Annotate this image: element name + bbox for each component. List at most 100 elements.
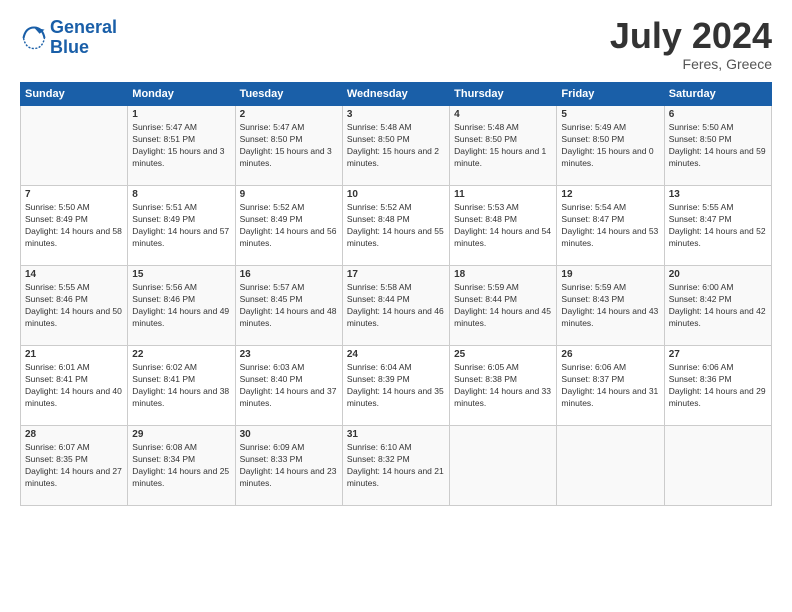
day-number: 10 <box>347 189 445 200</box>
weekday-header-cell: Thursday <box>450 83 557 106</box>
day-info: Sunrise: 6:04 AM Sunset: 8:39 PM Dayligh… <box>347 362 445 410</box>
day-info: Sunrise: 5:52 AM Sunset: 8:48 PM Dayligh… <box>347 202 445 250</box>
calendar-day-cell: 27 Sunrise: 6:06 AM Sunset: 8:36 PM Dayl… <box>664 346 771 426</box>
day-number: 16 <box>240 269 338 280</box>
day-info: Sunrise: 5:54 AM Sunset: 8:47 PM Dayligh… <box>561 202 659 250</box>
weekday-header-cell: Friday <box>557 83 664 106</box>
day-number: 20 <box>669 269 767 280</box>
calendar-day-cell: 25 Sunrise: 6:05 AM Sunset: 8:38 PM Dayl… <box>450 346 557 426</box>
day-number: 1 <box>132 109 230 120</box>
calendar-day-cell: 22 Sunrise: 6:02 AM Sunset: 8:41 PM Dayl… <box>128 346 235 426</box>
calendar-week-row: 28 Sunrise: 6:07 AM Sunset: 8:35 PM Dayl… <box>21 426 772 506</box>
calendar-body: 1 Sunrise: 5:47 AM Sunset: 8:51 PM Dayli… <box>21 106 772 506</box>
day-info: Sunrise: 5:59 AM Sunset: 8:44 PM Dayligh… <box>454 282 552 330</box>
logo-text: General Blue <box>50 18 117 58</box>
weekday-header-row: SundayMondayTuesdayWednesdayThursdayFrid… <box>21 83 772 106</box>
day-info: Sunrise: 6:01 AM Sunset: 8:41 PM Dayligh… <box>25 362 123 410</box>
day-info: Sunrise: 5:55 AM Sunset: 8:47 PM Dayligh… <box>669 202 767 250</box>
day-info: Sunrise: 5:53 AM Sunset: 8:48 PM Dayligh… <box>454 202 552 250</box>
calendar-day-cell: 29 Sunrise: 6:08 AM Sunset: 8:34 PM Dayl… <box>128 426 235 506</box>
day-info: Sunrise: 6:02 AM Sunset: 8:41 PM Dayligh… <box>132 362 230 410</box>
day-info: Sunrise: 5:47 AM Sunset: 8:51 PM Dayligh… <box>132 122 230 170</box>
day-info: Sunrise: 5:59 AM Sunset: 8:43 PM Dayligh… <box>561 282 659 330</box>
calendar-day-cell: 12 Sunrise: 5:54 AM Sunset: 8:47 PM Dayl… <box>557 186 664 266</box>
day-info: Sunrise: 5:52 AM Sunset: 8:49 PM Dayligh… <box>240 202 338 250</box>
header: General Blue July 2024 Feres, Greece <box>20 18 772 72</box>
calendar-day-cell: 17 Sunrise: 5:58 AM Sunset: 8:44 PM Dayl… <box>342 266 449 346</box>
day-info: Sunrise: 5:49 AM Sunset: 8:50 PM Dayligh… <box>561 122 659 170</box>
calendar-day-cell <box>450 426 557 506</box>
logo: General Blue <box>20 18 117 58</box>
calendar-day-cell: 21 Sunrise: 6:01 AM Sunset: 8:41 PM Dayl… <box>21 346 128 426</box>
day-number: 22 <box>132 349 230 360</box>
day-info: Sunrise: 5:55 AM Sunset: 8:46 PM Dayligh… <box>25 282 123 330</box>
weekday-header-cell: Saturday <box>664 83 771 106</box>
day-info: Sunrise: 5:57 AM Sunset: 8:45 PM Dayligh… <box>240 282 338 330</box>
calendar-day-cell <box>557 426 664 506</box>
calendar-day-cell: 6 Sunrise: 5:50 AM Sunset: 8:50 PM Dayli… <box>664 106 771 186</box>
day-info: Sunrise: 6:03 AM Sunset: 8:40 PM Dayligh… <box>240 362 338 410</box>
day-info: Sunrise: 5:48 AM Sunset: 8:50 PM Dayligh… <box>454 122 552 170</box>
calendar-day-cell: 9 Sunrise: 5:52 AM Sunset: 8:49 PM Dayli… <box>235 186 342 266</box>
day-info: Sunrise: 6:05 AM Sunset: 8:38 PM Dayligh… <box>454 362 552 410</box>
day-number: 9 <box>240 189 338 200</box>
calendar-day-cell: 5 Sunrise: 5:49 AM Sunset: 8:50 PM Dayli… <box>557 106 664 186</box>
calendar-day-cell: 7 Sunrise: 5:50 AM Sunset: 8:49 PM Dayli… <box>21 186 128 266</box>
calendar-day-cell: 30 Sunrise: 6:09 AM Sunset: 8:33 PM Dayl… <box>235 426 342 506</box>
calendar-day-cell: 14 Sunrise: 5:55 AM Sunset: 8:46 PM Dayl… <box>21 266 128 346</box>
day-info: Sunrise: 5:56 AM Sunset: 8:46 PM Dayligh… <box>132 282 230 330</box>
calendar-day-cell: 8 Sunrise: 5:51 AM Sunset: 8:49 PM Dayli… <box>128 186 235 266</box>
day-number: 3 <box>347 109 445 120</box>
day-info: Sunrise: 6:07 AM Sunset: 8:35 PM Dayligh… <box>25 442 123 490</box>
calendar-day-cell: 2 Sunrise: 5:47 AM Sunset: 8:50 PM Dayli… <box>235 106 342 186</box>
day-number: 19 <box>561 269 659 280</box>
calendar-day-cell: 18 Sunrise: 5:59 AM Sunset: 8:44 PM Dayl… <box>450 266 557 346</box>
day-number: 12 <box>561 189 659 200</box>
calendar-day-cell: 1 Sunrise: 5:47 AM Sunset: 8:51 PM Dayli… <box>128 106 235 186</box>
day-info: Sunrise: 6:06 AM Sunset: 8:36 PM Dayligh… <box>669 362 767 410</box>
weekday-header-cell: Wednesday <box>342 83 449 106</box>
calendar-day-cell: 15 Sunrise: 5:56 AM Sunset: 8:46 PM Dayl… <box>128 266 235 346</box>
calendar-week-row: 21 Sunrise: 6:01 AM Sunset: 8:41 PM Dayl… <box>21 346 772 426</box>
day-info: Sunrise: 5:50 AM Sunset: 8:49 PM Dayligh… <box>25 202 123 250</box>
day-number: 21 <box>25 349 123 360</box>
day-number: 8 <box>132 189 230 200</box>
day-number: 5 <box>561 109 659 120</box>
calendar-day-cell: 26 Sunrise: 6:06 AM Sunset: 8:37 PM Dayl… <box>557 346 664 426</box>
calendar-day-cell: 3 Sunrise: 5:48 AM Sunset: 8:50 PM Dayli… <box>342 106 449 186</box>
day-info: Sunrise: 5:58 AM Sunset: 8:44 PM Dayligh… <box>347 282 445 330</box>
calendar-week-row: 7 Sunrise: 5:50 AM Sunset: 8:49 PM Dayli… <box>21 186 772 266</box>
day-number: 30 <box>240 429 338 440</box>
day-number: 6 <box>669 109 767 120</box>
day-number: 4 <box>454 109 552 120</box>
calendar-day-cell: 28 Sunrise: 6:07 AM Sunset: 8:35 PM Dayl… <box>21 426 128 506</box>
day-number: 18 <box>454 269 552 280</box>
day-info: Sunrise: 5:51 AM Sunset: 8:49 PM Dayligh… <box>132 202 230 250</box>
location: Feres, Greece <box>610 56 772 72</box>
day-number: 17 <box>347 269 445 280</box>
day-info: Sunrise: 6:06 AM Sunset: 8:37 PM Dayligh… <box>561 362 659 410</box>
day-number: 13 <box>669 189 767 200</box>
title-block: July 2024 Feres, Greece <box>610 18 772 72</box>
day-info: Sunrise: 5:48 AM Sunset: 8:50 PM Dayligh… <box>347 122 445 170</box>
day-number: 28 <box>25 429 123 440</box>
day-info: Sunrise: 6:10 AM Sunset: 8:32 PM Dayligh… <box>347 442 445 490</box>
weekday-header-cell: Monday <box>128 83 235 106</box>
day-info: Sunrise: 5:47 AM Sunset: 8:50 PM Dayligh… <box>240 122 338 170</box>
day-number: 24 <box>347 349 445 360</box>
day-number: 7 <box>25 189 123 200</box>
day-info: Sunrise: 6:08 AM Sunset: 8:34 PM Dayligh… <box>132 442 230 490</box>
day-number: 27 <box>669 349 767 360</box>
calendar-day-cell: 16 Sunrise: 5:57 AM Sunset: 8:45 PM Dayl… <box>235 266 342 346</box>
day-number: 11 <box>454 189 552 200</box>
weekday-header-cell: Sunday <box>21 83 128 106</box>
calendar-day-cell: 11 Sunrise: 5:53 AM Sunset: 8:48 PM Dayl… <box>450 186 557 266</box>
calendar-week-row: 14 Sunrise: 5:55 AM Sunset: 8:46 PM Dayl… <box>21 266 772 346</box>
day-number: 26 <box>561 349 659 360</box>
calendar-week-row: 1 Sunrise: 5:47 AM Sunset: 8:51 PM Dayli… <box>21 106 772 186</box>
calendar-day-cell: 24 Sunrise: 6:04 AM Sunset: 8:39 PM Dayl… <box>342 346 449 426</box>
calendar-day-cell: 19 Sunrise: 5:59 AM Sunset: 8:43 PM Dayl… <box>557 266 664 346</box>
day-number: 14 <box>25 269 123 280</box>
calendar-day-cell <box>664 426 771 506</box>
day-info: Sunrise: 6:09 AM Sunset: 8:33 PM Dayligh… <box>240 442 338 490</box>
